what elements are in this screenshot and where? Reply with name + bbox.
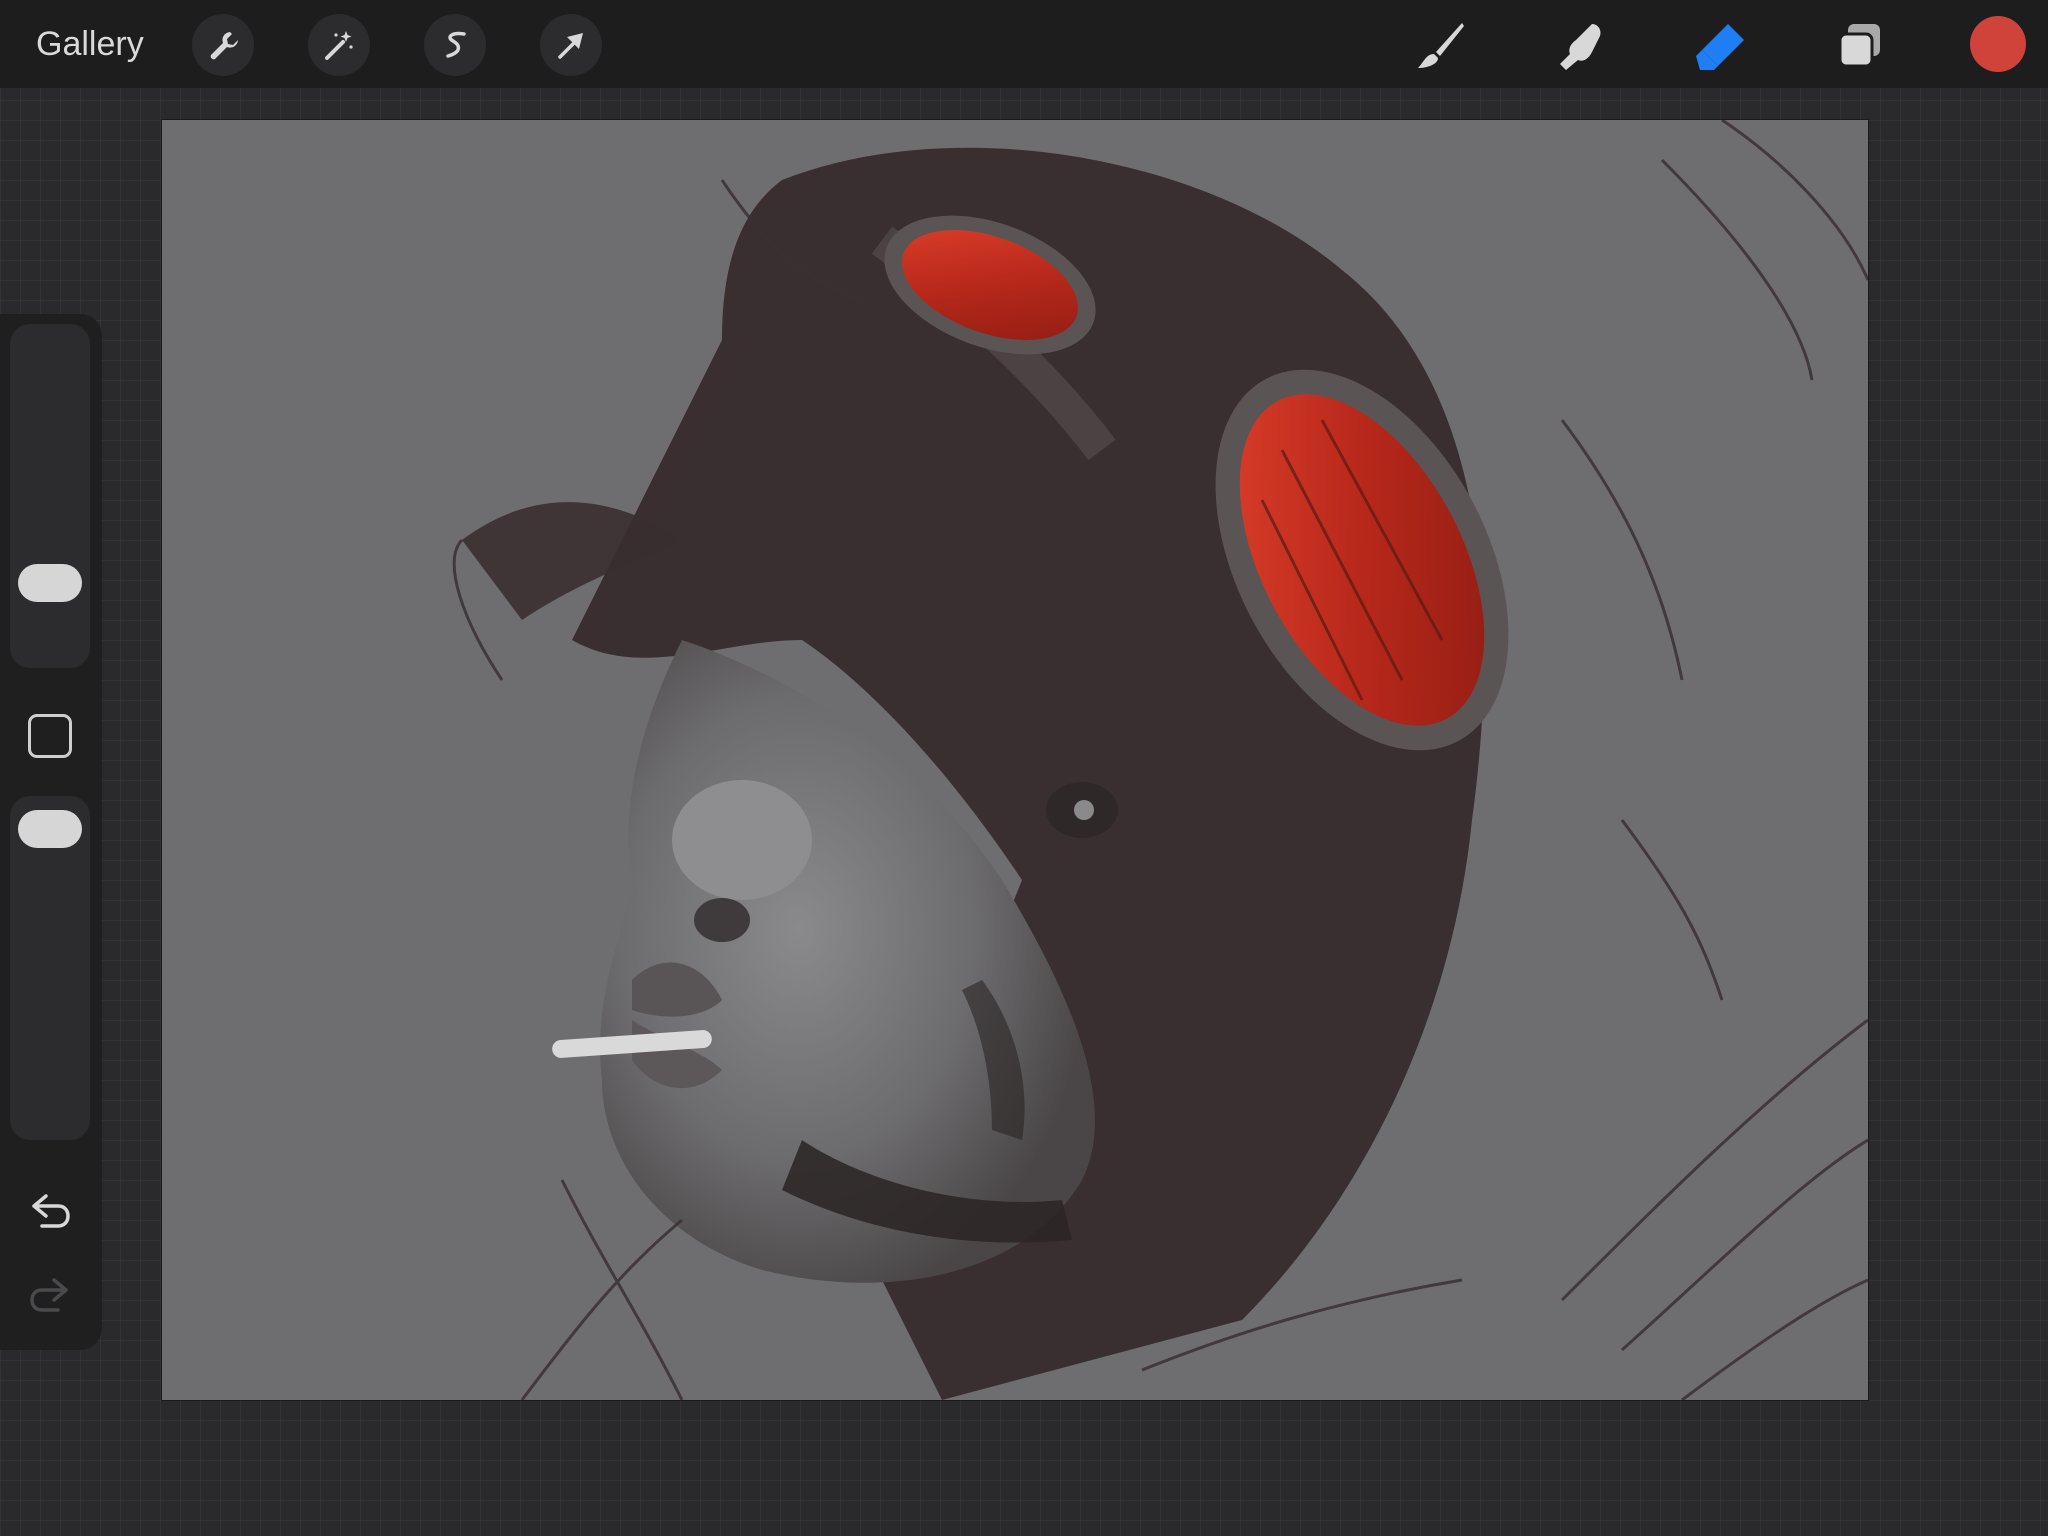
eraser-icon: [1696, 24, 1744, 70]
brush-size-thumb[interactable]: [18, 564, 82, 602]
portrait-artwork: [452, 120, 1868, 1400]
wrench-icon: [210, 32, 238, 60]
opacity-thumb[interactable]: [18, 810, 82, 848]
undo-arrow-icon: [32, 1194, 70, 1228]
opacity-slider[interactable]: [10, 796, 90, 1140]
left-sidebar: [0, 314, 102, 1350]
selection-s-icon: [446, 31, 466, 58]
arrow-cursor-icon: [558, 33, 583, 59]
actions-button[interactable]: [192, 14, 254, 76]
layers-tool-button[interactable]: [1828, 14, 1892, 78]
transform-button[interactable]: [540, 14, 602, 76]
magic-wand-icon: [325, 31, 353, 60]
selection-button[interactable]: [424, 14, 486, 76]
adjustments-button[interactable]: [308, 14, 370, 76]
brush-size-slider[interactable]: [10, 324, 90, 668]
smudge-tool-button[interactable]: [1548, 14, 1612, 78]
drawing-canvas[interactable]: [162, 120, 1868, 1400]
modify-square-button[interactable]: [28, 714, 72, 758]
color-picker-swatch[interactable]: [1970, 16, 2026, 72]
top-toolbar: Gallery: [0, 0, 2048, 88]
redo-arrow-icon: [30, 1278, 68, 1312]
brush-tool-button[interactable]: [1408, 14, 1472, 78]
brush-icon: [1418, 23, 1464, 68]
redo-button[interactable]: [24, 1274, 76, 1318]
layers-icon: [1838, 24, 1880, 68]
undo-button[interactable]: [24, 1190, 76, 1234]
gallery-button[interactable]: Gallery: [36, 20, 144, 68]
smudge-finger-icon: [1560, 24, 1601, 70]
eraser-tool-button[interactable]: [1688, 14, 1752, 78]
